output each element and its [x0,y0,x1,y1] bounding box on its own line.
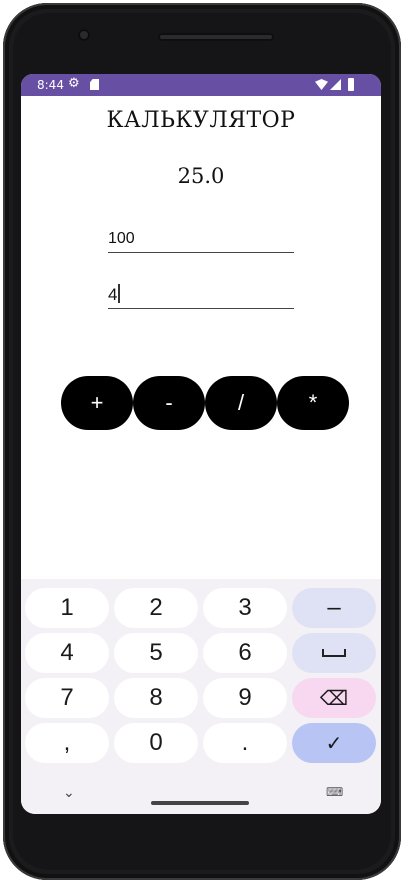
checkmark-icon: ✓ [325,732,343,755]
keyboard-icon[interactable]: ⌨ [326,785,343,799]
key-8[interactable]: 8 [114,678,198,718]
key-4[interactable]: 4 [25,633,109,673]
key-7[interactable]: 7 [25,678,109,718]
key-1[interactable]: 1 [25,588,109,628]
status-bar: 8:44 ⚙ [21,74,381,96]
key-dot[interactable]: . [203,723,287,763]
multiply-button[interactable]: * [277,376,349,430]
number-input-1[interactable]: 100 [108,230,294,253]
key-6[interactable]: 6 [203,633,287,673]
key-0[interactable]: 0 [114,723,198,763]
key-minus[interactable]: – [292,588,376,628]
wifi-icon [315,79,328,90]
result-text: 25.0 [177,164,225,188]
key-space[interactable] [292,633,376,673]
battery-icon [348,78,354,91]
key-5[interactable]: 5 [114,633,198,673]
screen: 8:44 ⚙ КАЛЬКУЛЯТОР 25.0 100 4 + - / * 1 … [21,74,381,814]
space-icon [322,649,346,657]
number-input-2[interactable]: 4 [108,284,294,309]
gesture-nav-pill[interactable] [151,801,249,805]
key-backspace[interactable]: ⌫ [292,678,376,718]
signal-icon [330,79,341,90]
add-button[interactable]: + [61,376,133,430]
divide-button[interactable]: / [205,376,277,430]
gear-icon: ⚙ [68,76,80,91]
key-3[interactable]: 3 [203,588,287,628]
numeric-keyboard: 1 2 3 – 4 5 6 7 8 9 ⌫ , 0 . ✓ ⌄ ⌨ [21,579,381,814]
text-cursor [118,284,120,303]
front-camera [78,29,90,41]
subtract-button[interactable]: - [133,376,205,430]
key-comma[interactable]: , [25,723,109,763]
sd-card-icon [90,79,99,90]
number-input-1-value: 100 [108,230,135,247]
key-2[interactable]: 2 [114,588,198,628]
earpiece-speaker [158,33,274,41]
backspace-icon: ⌫ [319,687,349,710]
chevron-down-icon[interactable]: ⌄ [63,785,75,801]
number-input-2-value: 4 [108,285,118,304]
status-time: 8:44 [37,78,64,92]
key-9[interactable]: 9 [203,678,287,718]
key-done[interactable]: ✓ [292,723,376,763]
app-title: КАЛЬКУЛЯТОР [106,108,296,133]
